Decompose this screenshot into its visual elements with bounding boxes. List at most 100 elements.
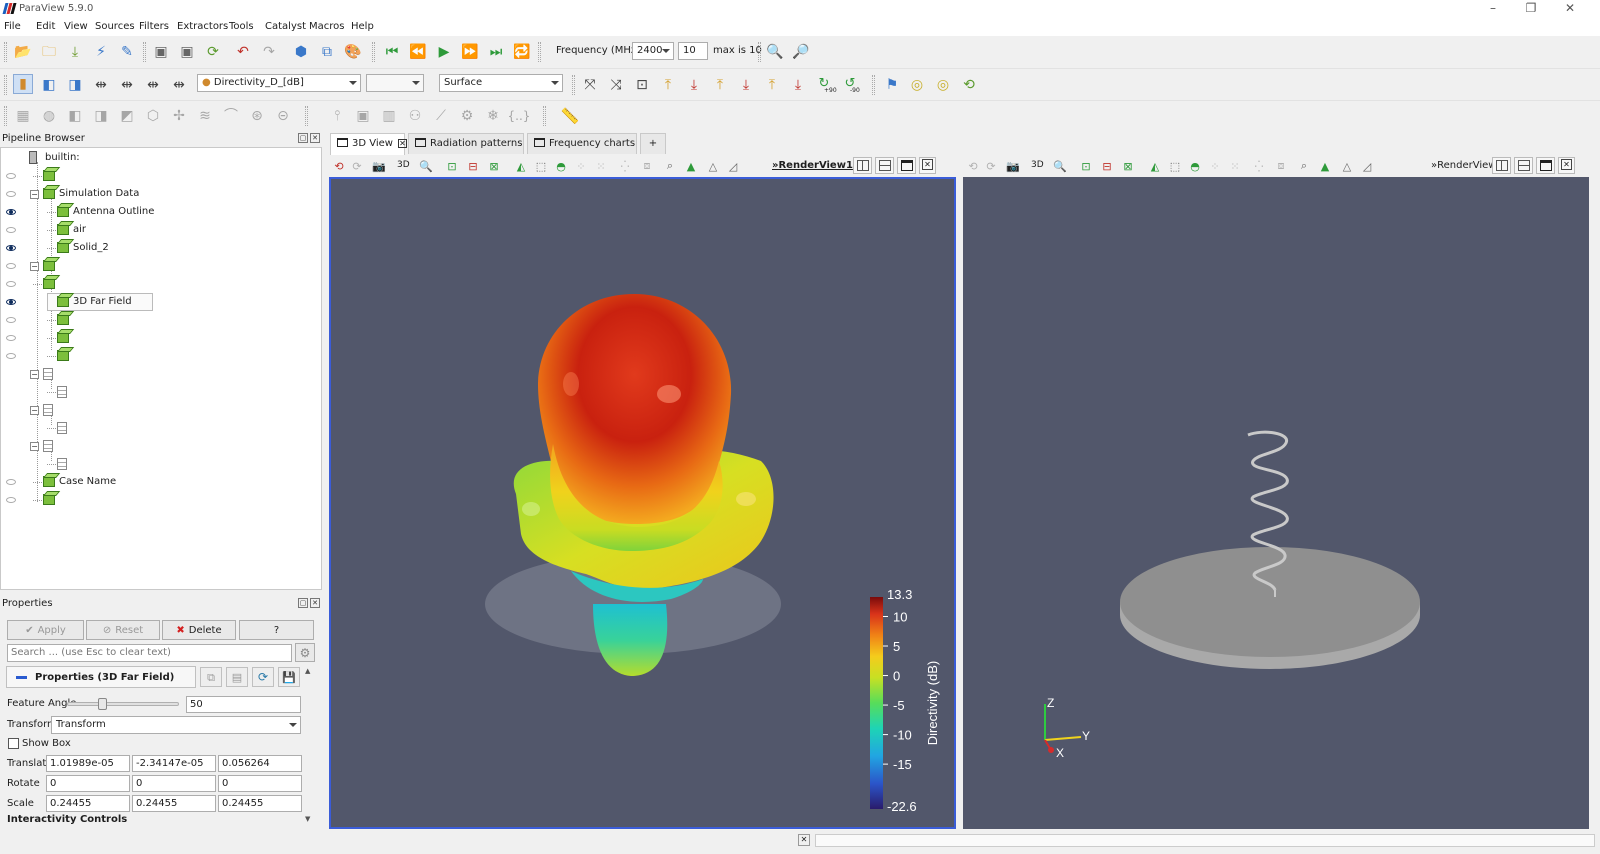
show-center-icon[interactable]: ◎ xyxy=(907,75,927,95)
delete-button[interactable]: ✖ Delete xyxy=(162,620,236,640)
select-points-icon[interactable]: ⊟ xyxy=(1099,158,1115,174)
split-vertical-icon[interactable] xyxy=(1514,157,1533,174)
reset-button[interactable]: ⊘ Reset xyxy=(86,620,160,640)
edit-ruler-icon[interactable]: △ xyxy=(705,158,721,174)
menu-help[interactable]: Help xyxy=(351,21,374,32)
redo-camera-icon[interactable]: ⟳ xyxy=(349,158,365,174)
edit-color-map-icon[interactable]: ◧ xyxy=(39,75,59,95)
contour-icon[interactable]: ◍ xyxy=(39,106,59,126)
render-view-2[interactable]: Z Y X xyxy=(963,177,1589,829)
view-minus-x-icon[interactable]: ⤓ xyxy=(684,75,704,95)
first-frame-icon[interactable]: ⏮ xyxy=(382,42,402,62)
hover-cells-icon[interactable]: ⁙ xyxy=(593,158,609,174)
edit-annotations-icon[interactable]: ▲ xyxy=(1317,158,1333,174)
toolbar-grip[interactable] xyxy=(543,106,546,126)
undock-icon[interactable]: ▢ xyxy=(298,598,308,608)
rotate-y-input[interactable]: 0 xyxy=(132,775,216,792)
collapse-node-icon[interactable]: − xyxy=(30,442,39,451)
view-minus-z-icon[interactable]: ⤓ xyxy=(788,75,808,95)
select-frustum-icon[interactable]: ⊠ xyxy=(1120,158,1136,174)
close-window-button[interactable]: ✕ xyxy=(1551,0,1589,18)
scale-y-input[interactable]: 0.24455 xyxy=(132,795,216,812)
hover-points-icon[interactable]: ⁘ xyxy=(1207,158,1223,174)
query-selection-icon[interactable]: 🔎 xyxy=(791,42,811,62)
translate-x-input[interactable]: 1.01989e-05 xyxy=(46,755,130,772)
hover-points-icon[interactable]: ⁘ xyxy=(573,158,589,174)
clear-selection-icon[interactable]: ⌕ xyxy=(1296,158,1312,174)
properties-section-header[interactable]: Properties (3D Far Field) xyxy=(6,666,196,688)
save-data-icon[interactable]: ⤓ xyxy=(65,42,85,62)
translate-z-input[interactable]: 0.056264 xyxy=(218,755,302,772)
center-axes-icon[interactable]: ⚑ xyxy=(882,75,902,95)
undo-camera-icon[interactable]: ⟲ xyxy=(965,158,981,174)
temporal-stats-icon[interactable]: ⚙ xyxy=(457,106,477,126)
toggle-3d-button[interactable]: 3D xyxy=(397,160,410,170)
slice-icon[interactable]: ◨ xyxy=(91,106,111,126)
toggle-3d-button[interactable]: 3D xyxy=(1031,160,1044,170)
apply-button[interactable]: ✔ Apply xyxy=(7,620,84,640)
rescale-temporal-icon[interactable]: ⇹ xyxy=(169,75,189,95)
toolbar-grip[interactable] xyxy=(4,106,7,126)
plot-over-line-icon[interactable]: ▣ xyxy=(353,106,373,126)
view-minus-y-icon[interactable]: ⤓ xyxy=(736,75,756,95)
zoom-to-data-icon[interactable]: ⊡ xyxy=(632,75,652,95)
undo-camera-icon[interactable]: ⟲ xyxy=(331,158,347,174)
close-panel-icon[interactable]: ✕ xyxy=(310,598,320,608)
toggle-color-legend-icon[interactable]: ▮ xyxy=(13,74,33,94)
eye-hidden-icon[interactable] xyxy=(6,353,16,359)
programmable-filter-icon[interactable]: ❄ xyxy=(483,106,503,126)
play-icon[interactable]: ▶ xyxy=(434,42,454,62)
eye-visible-icon[interactable] xyxy=(6,209,16,215)
reset-center-icon[interactable]: ◎ xyxy=(933,75,953,95)
eye-hidden-icon[interactable] xyxy=(6,173,16,179)
menu-file[interactable]: File xyxy=(4,21,21,32)
zoom-box-icon[interactable]: 🔍 xyxy=(1052,158,1068,174)
shrink-selection-icon[interactable]: ⧈ xyxy=(1273,158,1289,174)
select-polygon-icon[interactable]: ⬚ xyxy=(533,158,549,174)
recent-files-icon[interactable]: 🗀 xyxy=(39,42,59,62)
restore-button[interactable]: ❐ xyxy=(1512,0,1550,18)
toolbar-grip[interactable] xyxy=(4,75,7,95)
eye-hidden-icon[interactable] xyxy=(6,335,16,341)
view-plus-y-icon[interactable]: ⤒ xyxy=(710,75,730,95)
interactive-select-icon[interactable]: ◓ xyxy=(1187,158,1203,174)
plot-data-icon[interactable]: ⚇ xyxy=(405,106,425,126)
collapse-node-icon[interactable]: − xyxy=(30,190,39,199)
rescale-time-icon[interactable]: ⇹ xyxy=(143,75,163,95)
undo-icon[interactable]: ↶ xyxy=(233,42,253,62)
split-vertical-icon[interactable] xyxy=(875,157,894,174)
pipeline-item[interactable] xyxy=(1,347,321,365)
transform-select[interactable]: Transform xyxy=(51,716,301,734)
pipeline-item[interactable] xyxy=(1,419,321,437)
frequency-select[interactable]: 2400 xyxy=(632,42,674,60)
capture-screenshot-icon[interactable]: 📷 xyxy=(1005,158,1021,174)
gear-icon[interactable]: ⚙ xyxy=(295,643,315,662)
pipeline-item[interactable]: − Simulation Data xyxy=(1,185,321,203)
feature-angle-slider-handle[interactable] xyxy=(98,698,108,710)
grow-selection-icon[interactable]: ⁛ xyxy=(617,158,633,174)
toolbar-grip[interactable] xyxy=(872,75,875,95)
select-cells-icon[interactable]: ⊡ xyxy=(1078,158,1094,174)
select-block-icon[interactable]: ◭ xyxy=(1147,158,1163,174)
plot-selection-icon[interactable]: ⟋ xyxy=(431,106,451,126)
stream-tracer-icon[interactable]: ≋ xyxy=(195,106,215,126)
split-horizontal-icon[interactable] xyxy=(853,157,872,174)
extract-level-icon[interactable]: ⊝ xyxy=(273,106,293,126)
clear-status-icon[interactable]: ✕ xyxy=(798,834,810,846)
hover-cells-icon[interactable]: ⁙ xyxy=(1227,158,1243,174)
component-select[interactable] xyxy=(366,74,424,92)
python-shell-icon[interactable]: ⬢ xyxy=(291,42,311,62)
pipeline-item[interactable]: − xyxy=(1,401,321,419)
eye-hidden-icon[interactable] xyxy=(6,263,16,269)
representation-select[interactable]: Surface xyxy=(439,74,563,92)
group-datasets-icon[interactable]: ⊛ xyxy=(247,106,267,126)
menu-filters[interactable]: Filters xyxy=(139,21,169,32)
next-frame-icon[interactable]: ⏩ xyxy=(460,42,480,62)
pipeline-item[interactable]: air xyxy=(1,221,321,239)
color-palette-icon[interactable]: 🎨 xyxy=(343,42,363,62)
collapse-node-icon[interactable]: − xyxy=(30,262,39,271)
pipeline-item[interactable] xyxy=(1,167,321,185)
select-tool-icon[interactable]: ◿ xyxy=(1359,158,1375,174)
pipeline-item[interactable] xyxy=(1,311,321,329)
maximize-view-icon[interactable] xyxy=(1536,157,1555,174)
